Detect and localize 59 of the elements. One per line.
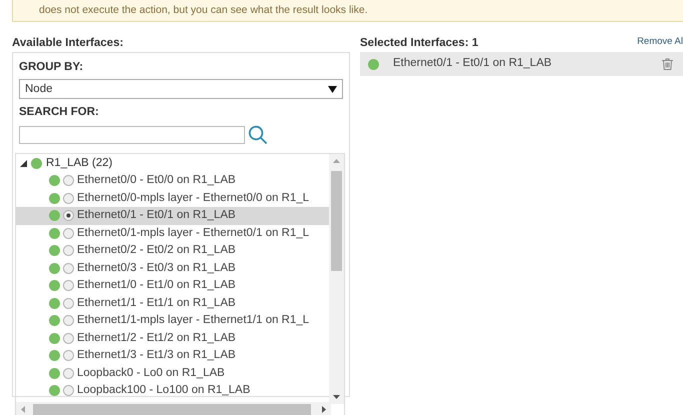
interface-label: Ethernet0/2 - Et0/2 on R1_LAB	[77, 243, 236, 258]
search-field[interactable]	[19, 126, 245, 144]
radio-button[interactable]	[63, 175, 74, 186]
radio-button[interactable]	[63, 298, 74, 309]
section-title: Available Interfaces:	[12, 36, 124, 51]
interface-label: Ethernet1/2 - Et1/2 on R1_LAB	[77, 330, 236, 346]
tree-row[interactable]: Loopback100 - Lo100 on R1_LAB	[16, 382, 331, 400]
interface-label: Ethernet0/3 - Et0/3 on R1_LAB	[77, 260, 236, 276]
remove-all-link[interactable]: Remove Al	[637, 35, 683, 52]
radio-button[interactable]	[63, 210, 74, 222]
section-title: Selected Interfaces: 1	[360, 36, 478, 51]
interface-label: Loopback0 - Lo0 on R1_LAB	[77, 366, 225, 381]
interface-label: Ethernet1/3 - Et1/3 on R1_LAB	[77, 348, 236, 364]
interface-label: Loopback100 - Lo100 on R1_LAB	[77, 383, 250, 398]
scroll-left-arrow-icon[interactable]	[21, 406, 25, 412]
tree-row[interactable]: Ethernet0/0-mpls layer - Ethernet0/0 on R1_L	[16, 190, 331, 207]
scroll-right-arrow-icon[interactable]	[322, 406, 326, 412]
tree-row[interactable]: Ethernet1/3 - Et1/3 on R1_LAB	[16, 347, 331, 364]
search-icon[interactable]	[248, 124, 268, 144]
interface-label: Ethernet0/0 - Et0/0 on R1_LAB	[77, 173, 236, 188]
horizontal-scrollbar[interactable]	[16, 402, 331, 415]
radio-button[interactable]	[63, 385, 74, 396]
tree-row[interactable]: Ethernet0/1-mpls layer - Ethernet0/1 on R1_L	[16, 224, 331, 242]
radio-button[interactable]	[63, 315, 74, 326]
tree-row[interactable]: Ethernet1/1 - Et1/1 on R1_LAB	[16, 294, 331, 312]
tree-node-label[interactable]: R1_LAB (22)	[46, 154, 112, 172]
interface-label: Ethernet0/0-mpls layer - Ethernet0/0 on R1_L	[77, 190, 310, 206]
dropdown-arrow-icon	[328, 86, 337, 93]
tree-row[interactable]: Ethernet1/1-mpls layer - Ethernet1/1 on R1_L	[16, 312, 331, 330]
interface-label: Ethernet0/1-mpls layer - Ethernet0/1 on R1_L	[77, 226, 310, 241]
tree-row[interactable]: Loopback0 - Lo0 on R1_LAB	[16, 364, 331, 382]
interface-label: Ethernet1/1 - Et1/1 on R1_LAB	[77, 296, 236, 311]
group-by-select[interactable]: Node	[19, 79, 343, 100]
radio-button[interactable]	[63, 262, 74, 274]
tree-row[interactable]: Ethernet1/0 - Et1/0 on R1_LAB	[16, 277, 331, 294]
field-label: GROUP BY:	[19, 60, 84, 75]
vertical-scrollbar[interactable]	[329, 154, 344, 404]
field-label: SEARCH FOR:	[19, 105, 100, 120]
radio-button[interactable]	[63, 368, 74, 379]
trash-icon[interactable]	[662, 58, 673, 70]
radio-button[interactable]	[63, 280, 74, 292]
tree-row[interactable]: Ethernet0/2 - Et0/2 on R1_LAB	[16, 242, 331, 260]
interface-label: Ethernet1/0 - Et1/0 on R1_LAB	[77, 278, 236, 294]
interface-label: Ethernet0/1 - Et0/1 on R1_LAB	[77, 208, 236, 224]
notice-text: does not execute the action, but you can see what the result looks like.	[39, 2, 368, 18]
interface-label: Ethernet0/1 - Et0/1 on R1_LAB	[393, 56, 553, 72]
scroll-down-arrow-icon[interactable]	[333, 394, 340, 398]
tree-row[interactable]: Ethernet0/0 - Et0/0 on R1_LAB	[16, 172, 331, 190]
expand-toggle-icon[interactable]	[20, 160, 27, 167]
radio-button[interactable]	[63, 228, 74, 239]
radio-button[interactable]	[63, 245, 74, 256]
interface-label: Ethernet1/1-mpls layer - Ethernet1/1 on R1_L	[77, 313, 310, 328]
radio-button[interactable]	[63, 350, 74, 362]
radio-button[interactable]	[63, 192, 74, 204]
tree-row[interactable]: Ethernet0/3 - Et0/3 on R1_LAB	[16, 260, 331, 277]
tree-row[interactable]: Ethernet0/1 - Et0/1 on R1_LAB	[16, 207, 331, 224]
scroll-up-arrow-icon[interactable]	[333, 158, 340, 162]
radio-button[interactable]	[63, 332, 74, 344]
tree-row[interactable]: Ethernet1/2 - Et1/2 on R1_LAB	[16, 330, 331, 347]
